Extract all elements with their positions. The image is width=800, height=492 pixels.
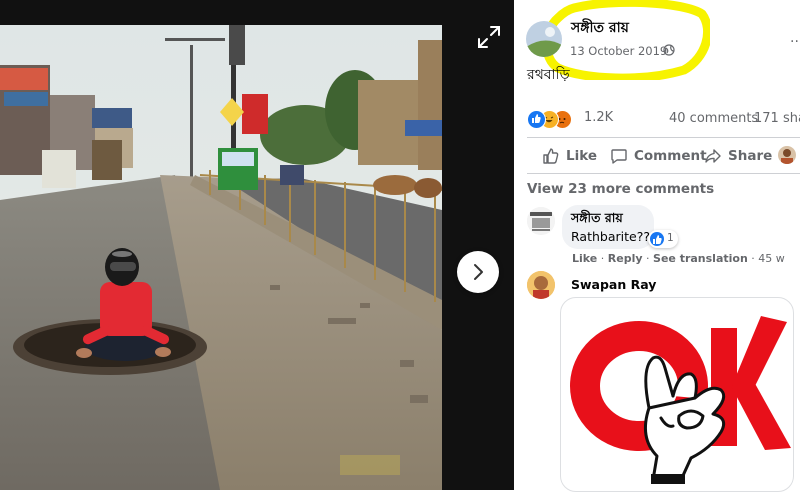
commenter-avatar[interactable] — [527, 207, 555, 235]
chevron-right-icon — [474, 264, 483, 280]
thumbs-up-icon — [543, 148, 559, 164]
comment-like-link[interactable]: Like — [572, 252, 597, 265]
comments-count[interactable]: 40 comments — [669, 111, 758, 126]
comment-button[interactable]: Comment — [610, 146, 707, 166]
comment-text: Rathbarite?? — [571, 229, 650, 244]
expand-icon[interactable] — [474, 22, 504, 52]
author-avatar[interactable] — [526, 21, 562, 57]
comment-author[interactable]: Swapan Ray — [571, 277, 656, 292]
photo-viewer — [0, 0, 514, 490]
comment-reaction-count: 1 — [667, 232, 674, 244]
share-as-avatar[interactable] — [778, 146, 796, 164]
share-button[interactable]: Share — [704, 146, 772, 166]
reaction-count[interactable]: 1.2K — [584, 110, 613, 125]
like-icon — [650, 232, 664, 246]
reaction-icons[interactable] — [527, 110, 573, 129]
more-options-icon[interactable]: ··· — [790, 34, 800, 50]
ok-sticker — [560, 297, 794, 492]
next-photo-button[interactable] — [457, 251, 499, 293]
shares-count[interactable]: 171 shares — [754, 111, 800, 126]
comment-icon — [611, 149, 627, 164]
like-icon — [527, 110, 546, 129]
post-author[interactable]: সঙ্গীত রায় — [571, 16, 629, 40]
divider — [527, 173, 800, 174]
commenter-avatar[interactable] — [527, 271, 555, 299]
like-button[interactable]: Like — [542, 146, 597, 166]
comment-author[interactable]: সঙ্গীত রায় — [571, 210, 623, 230]
view-more-comments[interactable]: View 23 more comments — [527, 181, 714, 197]
post-date[interactable]: 13 October 2019 · — [570, 44, 675, 58]
like-label: Like — [566, 148, 598, 164]
comment-label: Comment — [634, 148, 707, 164]
comment-reaction-badge[interactable]: 1 — [648, 230, 678, 248]
share-icon — [705, 149, 721, 163]
divider — [527, 137, 800, 138]
comment-actions: Like · Reply · See translation · 45 w — [572, 252, 785, 265]
comment-reply-link[interactable]: Reply — [608, 252, 643, 265]
globe-icon — [663, 44, 675, 56]
see-translation-link[interactable]: See translation — [653, 252, 748, 265]
post-photo — [0, 0, 514, 490]
post-caption: রথবাড়ি — [527, 67, 570, 83]
comment-age[interactable]: 45 w — [758, 252, 785, 265]
share-label: Share — [728, 148, 773, 164]
ok-hand-sticker — [570, 316, 791, 484]
